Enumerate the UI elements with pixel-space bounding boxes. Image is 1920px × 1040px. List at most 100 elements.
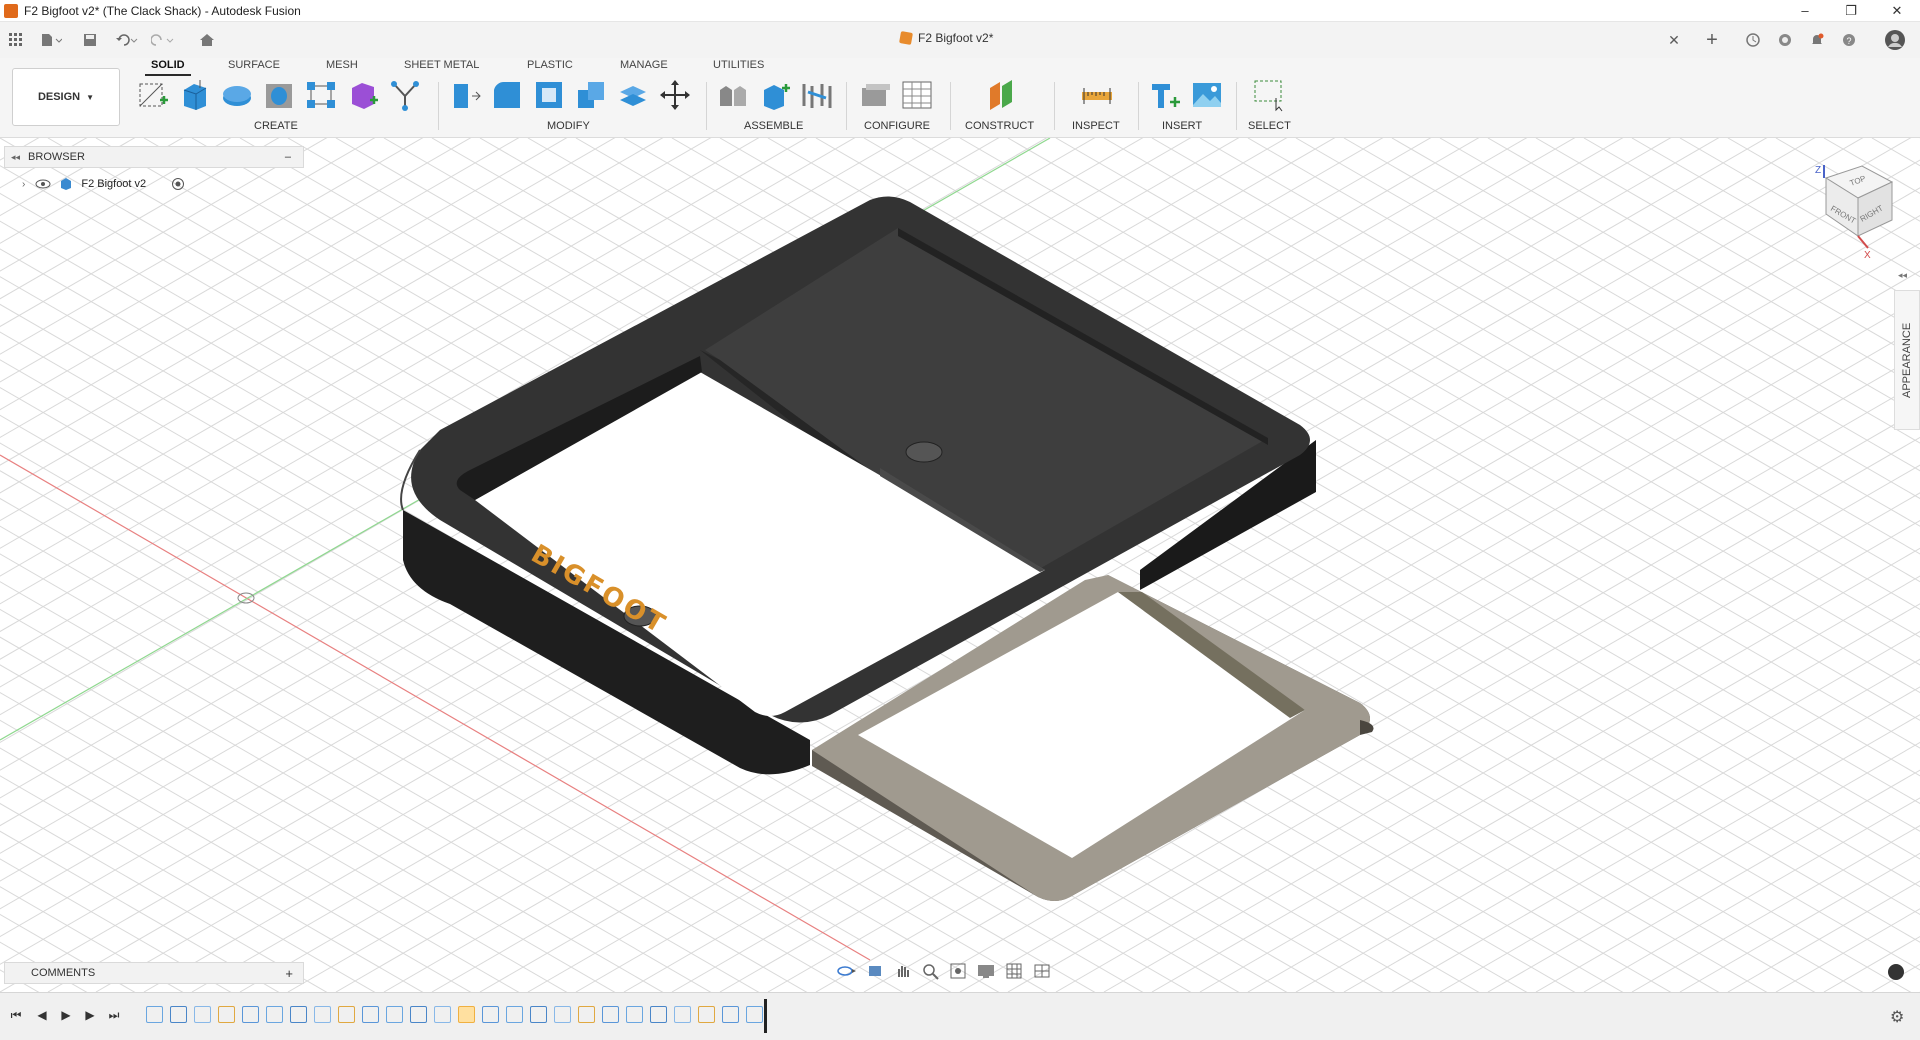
minimize-button[interactable]: – — [1782, 0, 1828, 22]
tab-mesh[interactable]: MESH — [326, 59, 358, 71]
timeline-feature[interactable] — [362, 1006, 379, 1023]
timeline-feature[interactable] — [578, 1006, 595, 1023]
home-icon[interactable] — [196, 29, 218, 51]
file-icon[interactable] — [36, 29, 66, 51]
group-label-select[interactable]: SELECT — [1248, 120, 1291, 132]
group-label-configure[interactable]: CONFIGURE — [864, 120, 930, 132]
add-comment-button[interactable]: + — [285, 966, 293, 981]
restore-button[interactable]: ❐ — [1828, 0, 1874, 22]
as-built-joint-icon[interactable] — [800, 78, 834, 112]
timeline-feature[interactable] — [194, 1006, 211, 1023]
timeline-prev-icon[interactable]: ◀ — [34, 1007, 50, 1023]
select-window-icon[interactable] — [1252, 78, 1286, 112]
group-label-modify[interactable]: MODIFY — [547, 120, 590, 132]
display-settings-icon[interactable] — [976, 961, 998, 981]
timeline-feature[interactable] — [482, 1006, 499, 1023]
undo-icon[interactable] — [112, 29, 142, 51]
look-at-icon[interactable] — [864, 961, 886, 981]
timeline-next-icon[interactable]: ▶ — [82, 1007, 98, 1023]
canvas-icon[interactable] — [1190, 78, 1224, 112]
orbit-icon[interactable] — [836, 961, 858, 981]
new-component-icon[interactable] — [716, 78, 750, 112]
timeline-feature[interactable] — [506, 1006, 523, 1023]
help-icon[interactable]: ? — [1838, 29, 1860, 51]
pattern-icon[interactable] — [304, 78, 338, 112]
timeline-feature[interactable] — [530, 1006, 547, 1023]
timeline-feature[interactable] — [554, 1006, 571, 1023]
timeline-feature[interactable] — [746, 1006, 763, 1023]
viewports-icon[interactable] — [1032, 961, 1054, 981]
derive-icon[interactable] — [388, 78, 422, 112]
measure-icon[interactable] — [1080, 78, 1114, 112]
configuration-table-icon[interactable] — [900, 78, 934, 112]
plus-icon[interactable]: + — [1700, 29, 1724, 51]
timeline-feature[interactable] — [338, 1006, 355, 1023]
tab-manage[interactable]: MANAGE — [620, 59, 668, 71]
grid-apps-icon[interactable] — [6, 29, 26, 51]
timeline-feature[interactable] — [434, 1006, 451, 1023]
timeline-feature[interactable] — [386, 1006, 403, 1023]
group-label-create[interactable]: CREATE — [254, 120, 298, 132]
avatar-icon[interactable] — [1882, 29, 1908, 51]
timeline-feature[interactable] — [266, 1006, 283, 1023]
timeline-first-icon[interactable]: ⏮ — [8, 1007, 24, 1023]
zoom-icon[interactable] — [920, 961, 942, 981]
timeline-last-icon[interactable]: ⏭ — [106, 1007, 122, 1023]
timeline-feature[interactable] — [602, 1006, 619, 1023]
extrude-icon[interactable] — [178, 78, 212, 112]
online-icon[interactable] — [1774, 29, 1796, 51]
group-label-insert[interactable]: INSERT — [1162, 120, 1202, 132]
timeline-feature[interactable] — [218, 1006, 235, 1023]
eye-icon[interactable] — [35, 178, 51, 190]
chat-icon[interactable] — [1888, 964, 1904, 980]
tab-surface[interactable]: SURFACE — [228, 59, 280, 71]
timeline-feature[interactable] — [722, 1006, 739, 1023]
offset-plane-icon[interactable] — [984, 78, 1018, 112]
timeline-feature[interactable] — [674, 1006, 691, 1023]
fit-icon[interactable] — [948, 961, 970, 981]
collapse-arrows-icon[interactable]: ◂◂ — [11, 152, 20, 163]
timeline-feature[interactable] — [698, 1006, 715, 1023]
comments-panel[interactable]: COMMENTS + — [4, 962, 304, 984]
bell-icon[interactable] — [1806, 29, 1828, 51]
timeline-feature[interactable] — [458, 1006, 475, 1023]
close-tab-button[interactable]: ✕ — [1664, 29, 1684, 51]
group-label-assemble[interactable]: ASSEMBLE — [744, 120, 803, 132]
tab-plastic[interactable]: PLASTIC — [527, 59, 573, 71]
timeline-play-icon[interactable]: ▶ — [58, 1007, 74, 1023]
tab-sheet-metal[interactable]: SHEET METAL — [404, 59, 479, 71]
timeline-marker[interactable] — [764, 999, 767, 1033]
pan-hand-icon[interactable] — [892, 961, 914, 981]
redo-icon[interactable] — [148, 29, 178, 51]
document-tab[interactable]: F2 Bigfoot v2* — [899, 31, 993, 45]
tab-utilities[interactable]: UTILITIES — [713, 59, 764, 71]
clock-icon[interactable] — [1742, 29, 1764, 51]
joint-icon[interactable] — [758, 78, 792, 112]
offset-face-icon[interactable] — [616, 78, 650, 112]
timeline-feature[interactable] — [314, 1006, 331, 1023]
press-pull-icon[interactable] — [448, 78, 482, 112]
browser-collapse-button[interactable]: – — [285, 151, 291, 163]
move-icon[interactable] — [658, 78, 692, 112]
expand-chevron-icon[interactable]: › — [22, 179, 25, 190]
fillet-icon[interactable] — [490, 78, 524, 112]
expand-panel-icon[interactable]: ◂◂ — [1898, 270, 1907, 281]
save-icon[interactable] — [80, 29, 100, 51]
combine-icon[interactable] — [574, 78, 608, 112]
insert-derive-icon[interactable] — [1148, 78, 1182, 112]
timeline-feature[interactable] — [170, 1006, 187, 1023]
timeline-feature[interactable] — [146, 1006, 163, 1023]
browser-panel-header[interactable]: ◂◂ BROWSER – — [4, 146, 304, 168]
configure-icon[interactable] — [858, 78, 892, 112]
grid-settings-icon[interactable] — [1004, 961, 1026, 981]
workspace-switcher[interactable]: DESIGN ▼ — [12, 68, 120, 126]
revolve-icon[interactable] — [220, 78, 254, 112]
timeline-feature[interactable] — [242, 1006, 259, 1023]
browser-root-item[interactable]: › F2 Bigfoot v2 — [22, 174, 185, 194]
hole-icon[interactable] — [262, 78, 296, 112]
timeline-feature[interactable] — [410, 1006, 427, 1023]
activate-radio-icon[interactable] — [171, 177, 185, 191]
timeline-feature[interactable] — [626, 1006, 643, 1023]
canvas-viewport[interactable]: BIGFOOT TOP FRONT RIGHT Z X — [0, 138, 1920, 992]
tab-solid[interactable]: SOLID — [145, 59, 191, 76]
